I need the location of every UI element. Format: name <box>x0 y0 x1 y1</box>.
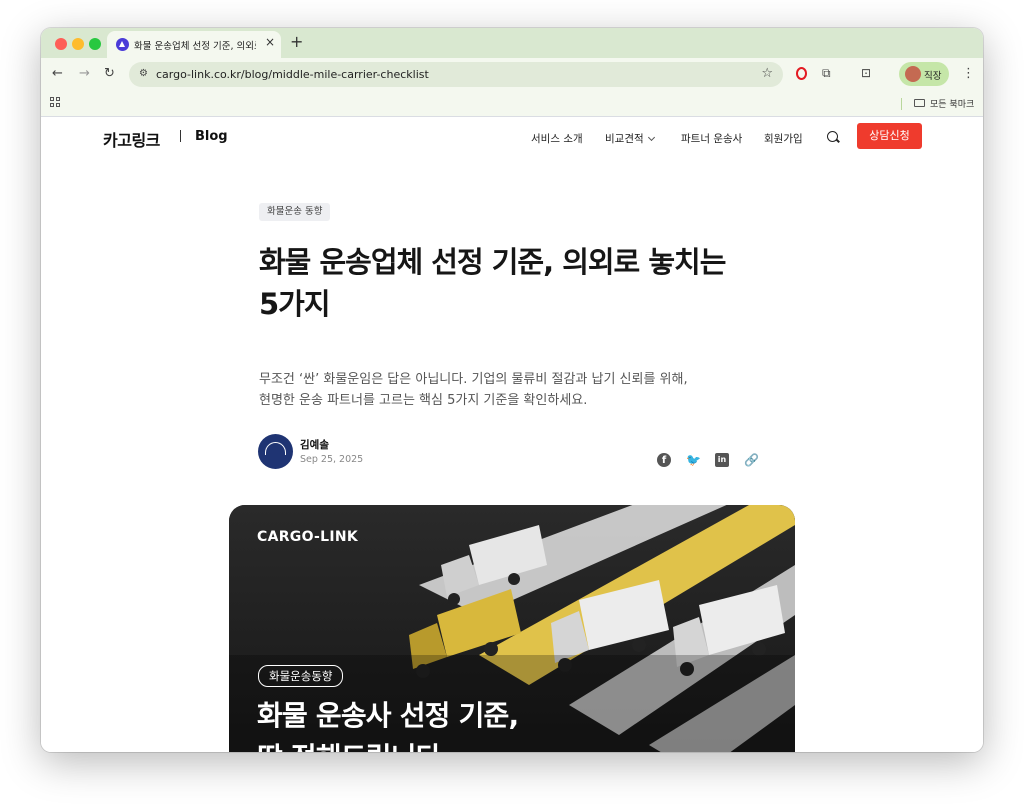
folder-icon[interactable] <box>914 99 925 107</box>
twitter-share-icon[interactable]: 🐦 <box>686 453 701 467</box>
nav-item-quote-label: 비교견적 <box>605 133 644 145</box>
copy-link-icon[interactable]: 🔗 <box>744 453 759 467</box>
extensions-icon[interactable]: ⧉ <box>822 66 831 81</box>
logo-divider <box>180 130 181 142</box>
bookmarks-divider <box>901 98 902 110</box>
address-bar[interactable]: ⚙ cargo-link.co.kr/blog/middle-mile-carr… <box>129 62 783 87</box>
hero-image: CARGO-LINK 화물운송동향 화물 운송사 선정 기준, 딱 정해드립니다. <box>229 505 795 752</box>
browser-menu-icon[interactable]: ⋮ <box>962 66 975 81</box>
category-badge[interactable]: 화물운송 동향 <box>259 203 331 221</box>
tab-active[interactable]: 화물 운송업체 선정 기준, 의외로 놓 × <box>107 31 281 58</box>
author-avatar <box>258 434 293 469</box>
nav-item-signup[interactable]: 회원가입 <box>764 131 803 146</box>
cast-icon[interactable]: ⊡ <box>861 66 871 80</box>
hero-headline-line1: 화물 운송사 선정 기준, <box>257 699 519 732</box>
article-subtitle: 무조건 ‘싼’ 화물운임은 답은 아닙니다. 기업의 물류비 절감과 납기 신뢰… <box>259 369 759 411</box>
profile-avatar <box>905 66 921 82</box>
tab-close-icon[interactable]: × <box>265 35 275 49</box>
bookmark-star-icon[interactable]: ☆ <box>761 66 773 81</box>
chevron-down-icon <box>647 133 655 142</box>
close-window-button[interactable] <box>55 38 67 50</box>
article-title-line2: 5가지 <box>259 287 331 321</box>
consult-button[interactable]: 상담신청 <box>857 123 922 149</box>
site-favicon-icon <box>116 38 129 51</box>
minimize-window-button[interactable] <box>72 38 84 50</box>
publish-date: Sep 25, 2025 <box>300 454 364 465</box>
bookmarks-bar: 모든 북마크 <box>41 91 983 117</box>
apps-grid-icon[interactable] <box>50 97 60 107</box>
opera-extension-icon[interactable] <box>796 67 807 80</box>
article-title-line1: 화물 운송업체 선정 기준, 의외로 놓치는 <box>259 245 726 279</box>
site-logo[interactable]: 카고링크 <box>103 127 160 151</box>
author-name: 김예솔 <box>300 439 329 451</box>
tab-title: 화물 운송업체 선정 기준, 의외로 놓 <box>134 41 256 52</box>
browser-toolbar: ← → ↻ ⚙ cargo-link.co.kr/blog/middle-mil… <box>41 58 983 91</box>
hero-headline-line2: 딱 정해드립니다. <box>257 741 451 752</box>
hero-tag: 화물운송동향 <box>258 665 344 687</box>
article-title: 화물 운송업체 선정 기준, 의외로 놓치는 5가지 <box>259 241 759 325</box>
reload-icon[interactable]: ↻ <box>104 66 115 81</box>
blog-label[interactable]: Blog <box>195 129 228 144</box>
hero-brand: CARGO-LINK <box>257 529 359 545</box>
web-page: 카고링크 Blog 서비스 소개 비교견적 파트너 운송사 회원가입 상담신청 … <box>41 117 983 752</box>
site-info-icon[interactable]: ⚙ <box>139 68 148 79</box>
tab-strip: 화물 운송업체 선정 기준, 의외로 놓 × + <box>41 28 983 58</box>
nav-item-services[interactable]: 서비스 소개 <box>531 131 583 146</box>
linkedin-share-icon[interactable]: in <box>715 453 729 467</box>
url-text[interactable]: cargo-link.co.kr/blog/middle-mile-carrie… <box>156 68 429 81</box>
hero-headline: 화물 운송사 선정 기준, 딱 정해드립니다. <box>257 695 657 752</box>
profile-button[interactable]: 직장 <box>899 62 949 86</box>
facebook-share-icon[interactable]: f <box>657 453 671 467</box>
browser-window: 화물 운송업체 선정 기준, 의외로 놓 × + ← → ↻ ⚙ cargo-l… <box>41 28 983 752</box>
nav-item-quote[interactable]: 비교견적 <box>605 131 655 146</box>
back-icon[interactable]: ← <box>52 66 63 81</box>
nav-item-partners[interactable]: 파트너 운송사 <box>681 131 742 146</box>
forward-icon[interactable]: → <box>79 66 90 81</box>
article-subtitle-line2: 현명한 운송 파트너를 고르는 핵심 5가지 기준을 확인하세요. <box>259 393 588 408</box>
new-tab-button[interactable]: + <box>290 32 303 51</box>
profile-name: 직장 <box>924 71 942 82</box>
zoom-window-button[interactable] <box>89 38 101 50</box>
search-icon[interactable] <box>827 131 838 142</box>
all-bookmarks-link[interactable]: 모든 북마크 <box>930 97 974 110</box>
article-subtitle-line1: 무조건 ‘싼’ 화물운임은 답은 아닙니다. 기업의 물류비 절감과 납기 신뢰… <box>259 372 688 387</box>
